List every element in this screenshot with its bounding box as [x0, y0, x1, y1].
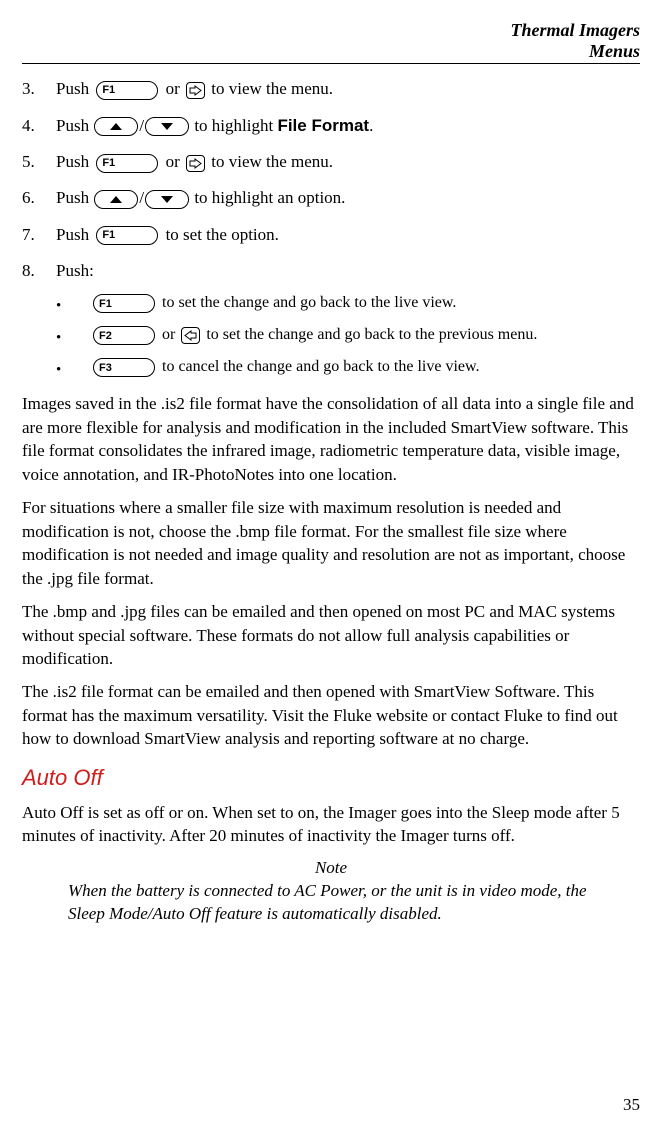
down-key-icon — [145, 190, 189, 209]
paragraph-email: The .bmp and .jpg files can be emailed a… — [22, 600, 640, 670]
bullet-f3: • F3 to cancel the change and go back to… — [56, 358, 640, 382]
step-body: Push / to highlight File Format. — [56, 113, 373, 139]
bullet-body: F2 or to set the change and go back to t… — [90, 326, 537, 345]
section-title-auto-off: Auto Off — [22, 765, 640, 791]
text: to set the option. — [166, 225, 279, 244]
paragraph-bmp-jpg: For situations where a smaller file size… — [22, 496, 640, 590]
step-number: 6. — [22, 185, 56, 211]
note-body: When the battery is connected to AC Powe… — [68, 880, 610, 926]
text: to set the change and go back to the liv… — [162, 295, 456, 312]
bullet-body: F3 to cancel the change and go back to t… — [90, 358, 480, 377]
highlight-target: File Format — [277, 116, 369, 135]
header-line-2: Menus — [22, 41, 640, 62]
text: to highlight — [194, 116, 277, 135]
step-body: Push: — [56, 258, 94, 284]
bullet-f1: • F1 to set the change and go back to th… — [56, 294, 640, 318]
text: Push — [56, 225, 93, 244]
bullet-icon: • — [56, 358, 90, 382]
step-body: Push / to highlight an option. — [56, 185, 345, 211]
step-number: 8. — [22, 258, 56, 284]
step-number: 3. — [22, 76, 56, 102]
step-number: 7. — [22, 222, 56, 248]
text: to cancel the change and go back to the … — [162, 359, 480, 376]
f2-key-icon: F2 — [93, 326, 155, 345]
step-5: 5. Push F1 or to view the menu. — [22, 149, 640, 175]
step-4: 4. Push / to highlight File Format. — [22, 113, 640, 139]
text: to set the change and go back to the pre… — [206, 327, 537, 344]
step-8: 8. Push: — [22, 258, 640, 284]
right-hand-icon — [186, 82, 205, 99]
up-key-icon — [94, 117, 138, 136]
step-body: Push F1 to set the option. — [56, 222, 279, 248]
running-header: Thermal Imagers Menus — [22, 20, 640, 61]
text: or — [166, 152, 184, 171]
f3-key-icon: F3 — [93, 358, 155, 377]
f1-key-icon: F1 — [96, 81, 158, 100]
text: to view the menu. — [211, 79, 333, 98]
instruction-list: 3. Push F1 or to view the menu. 4. Push … — [22, 76, 640, 284]
note-label: Note — [22, 858, 640, 878]
text: or — [166, 79, 184, 98]
step-body: Push F1 or to view the menu. — [56, 76, 333, 102]
step-number: 4. — [22, 113, 56, 139]
up-key-icon — [94, 190, 138, 209]
bullet-icon: • — [56, 294, 90, 318]
page-container: Thermal Imagers Menus 3. Push F1 or to v… — [0, 0, 668, 1129]
f1-key-icon: F1 — [93, 294, 155, 313]
text: Push — [56, 152, 93, 171]
bullet-body: F1 to set the change and go back to the … — [90, 294, 456, 313]
text: Push — [56, 188, 93, 207]
paragraph-is2: Images saved in the .is2 file format hav… — [22, 392, 640, 486]
step-3: 3. Push F1 or to view the menu. — [22, 76, 640, 102]
right-hand-icon — [186, 155, 205, 172]
text: to highlight an option. — [194, 188, 345, 207]
sub-bullet-list: • F1 to set the change and go back to th… — [56, 294, 640, 382]
page-number: 35 — [623, 1095, 640, 1115]
f1-key-icon: F1 — [96, 154, 158, 173]
step-7: 7. Push F1 to set the option. — [22, 222, 640, 248]
step-number: 5. — [22, 149, 56, 175]
bullet-icon: • — [56, 326, 90, 350]
step-body: Push F1 or to view the menu. — [56, 149, 333, 175]
down-key-icon — [145, 117, 189, 136]
header-line-1: Thermal Imagers — [22, 20, 640, 41]
text: or — [162, 327, 179, 344]
text: Push — [56, 79, 93, 98]
step-6: 6. Push / to highlight an option. — [22, 185, 640, 211]
f1-key-icon: F1 — [96, 226, 158, 245]
section-body-auto-off: Auto Off is set as off or on. When set t… — [22, 801, 640, 848]
header-rule — [22, 63, 640, 64]
left-hand-icon — [181, 327, 200, 344]
bullet-f2: • F2 or to set the change and go back to… — [56, 326, 640, 350]
text: Push — [56, 116, 93, 135]
text: to view the menu. — [211, 152, 333, 171]
paragraph-smartview: The .is2 file format can be emailed and … — [22, 680, 640, 750]
text: . — [369, 116, 373, 135]
